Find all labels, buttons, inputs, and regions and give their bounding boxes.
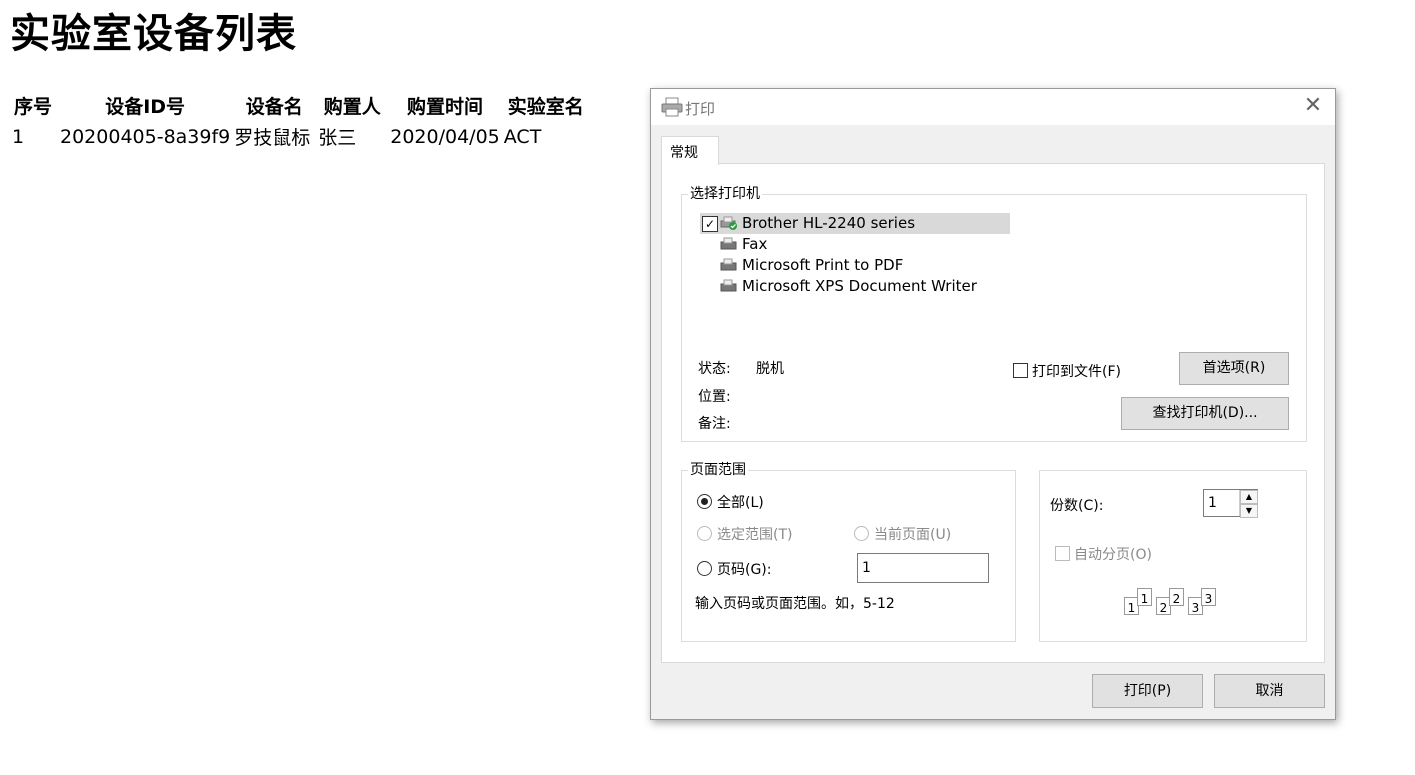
table-row: 1 20200405-8a39f9 罗技鼠标 张三 2020/04/05 ACT bbox=[10, 121, 590, 152]
collate-page: 1 bbox=[1137, 588, 1152, 606]
printer-item-pdf[interactable]: Microsoft Print to PDF bbox=[700, 255, 1010, 276]
dialog-titlebar[interactable]: 打印 ✕ bbox=[651, 89, 1335, 125]
printer-group-label: 选择打印机 bbox=[688, 185, 762, 203]
printer-item-brother[interactable]: ✓ Brother HL-2240 series bbox=[700, 213, 1010, 234]
range-all-label: 全部(L) bbox=[717, 495, 764, 511]
printer-item-label: Fax bbox=[742, 235, 768, 253]
range-selection-label: 选定范围(T) bbox=[717, 527, 793, 543]
find-printer-button[interactable]: 查找打印机(D)... bbox=[1121, 397, 1289, 430]
copies-label: 份数(C): bbox=[1050, 498, 1104, 514]
cell-purchase-date: 2020/04/05 bbox=[390, 125, 500, 148]
range-hint: 输入页码或页面范围。如，5-12 bbox=[695, 596, 895, 612]
printer-list[interactable]: ✓ Brother HL-2240 series Fax Microsoft P… bbox=[700, 213, 1010, 297]
table-header-row: 序号 设备ID号 设备名 购置人 购置时间 实验室名 bbox=[10, 90, 590, 121]
print-to-file-checkbox[interactable]: 打印到文件(F) bbox=[1013, 361, 1121, 381]
checkbox-box[interactable] bbox=[1013, 363, 1028, 378]
radio-button[interactable] bbox=[697, 526, 712, 541]
radio-button[interactable] bbox=[697, 561, 712, 576]
range-current-page-radio[interactable]: 当前页面(U) bbox=[854, 524, 951, 544]
col-header-lab-name: 实验室名 bbox=[507, 96, 584, 118]
printer-group: 选择打印机 ✓ Brother HL-2240 series Fax Micro… bbox=[681, 185, 1307, 442]
print-dialog: 打印 ✕ 常规 选择打印机 ✓ Brother HL-2240 series F… bbox=[650, 88, 1336, 720]
printer-item-label: Microsoft Print to PDF bbox=[742, 256, 904, 274]
page-range-label: 页面范围 bbox=[688, 461, 748, 479]
close-icon[interactable]: ✕ bbox=[1291, 89, 1335, 125]
collate-icon: 1 1 2 2 3 3 bbox=[1122, 587, 1232, 619]
cell-index: 1 bbox=[12, 125, 25, 148]
copies-group: 份数(C): 1 ▲ ▼ 自动分页(O) 1 1 2 2 3 3 bbox=[1039, 470, 1307, 642]
collate-label: 自动分页(O) bbox=[1074, 547, 1152, 563]
page-range-group: 页面范围 全部(L) 选定范围(T) 当前页面(U) 页码(G): 1 输入页码… bbox=[681, 461, 1016, 642]
comment-label: 备注: bbox=[698, 416, 731, 432]
printer-item-label: Brother HL-2240 series bbox=[742, 214, 916, 232]
copies-spinner[interactable]: ▲ ▼ bbox=[1239, 490, 1258, 518]
printer-icon bbox=[720, 279, 737, 292]
col-header-device-name: 设备名 bbox=[245, 96, 303, 118]
range-pages-radio[interactable]: 页码(G): bbox=[697, 559, 772, 579]
page-title: 实验室设备列表 bbox=[10, 11, 297, 57]
preferences-button[interactable]: 首选项(R) bbox=[1179, 352, 1289, 385]
checkbox-box[interactable] bbox=[1055, 546, 1070, 561]
col-header-device-id: 设备ID号 bbox=[105, 96, 186, 118]
collate-checkbox[interactable]: 自动分页(O) bbox=[1055, 544, 1152, 564]
printer-icon bbox=[720, 258, 737, 271]
print-button[interactable]: 打印(P) bbox=[1092, 674, 1203, 708]
col-header-purchaser: 购置人 bbox=[323, 96, 381, 118]
fax-icon bbox=[720, 237, 737, 250]
tab-general-label: 常规 bbox=[670, 145, 698, 161]
cell-device-id: 20200405-8a39f9 bbox=[60, 125, 231, 148]
radio-button[interactable] bbox=[854, 526, 869, 541]
printer-item-label: Microsoft XPS Document Writer bbox=[742, 277, 977, 295]
col-header-index: 序号 bbox=[14, 96, 53, 118]
printer-default-icon bbox=[720, 216, 737, 230]
tab-general[interactable]: 常规 bbox=[661, 136, 719, 165]
radio-button[interactable] bbox=[697, 494, 712, 509]
spin-down-icon[interactable]: ▼ bbox=[1240, 504, 1258, 518]
status-value: 脱机 bbox=[756, 361, 784, 377]
general-panel: 选择打印机 ✓ Brother HL-2240 series Fax Micro… bbox=[661, 163, 1325, 663]
range-current-page-label: 当前页面(U) bbox=[874, 527, 952, 543]
print-to-file-label: 打印到文件(F) bbox=[1032, 364, 1121, 380]
printer-icon bbox=[661, 97, 683, 117]
cell-purchaser: 张三 bbox=[318, 127, 357, 149]
location-label: 位置: bbox=[698, 389, 731, 405]
cell-lab-name: ACT bbox=[503, 125, 542, 148]
range-selection-radio[interactable]: 选定范围(T) bbox=[697, 524, 792, 544]
col-header-purchase-date: 购置时间 bbox=[407, 96, 484, 118]
checkmark-icon: ✓ bbox=[702, 216, 718, 232]
dialog-title: 打印 bbox=[685, 100, 716, 118]
collate-page: 2 bbox=[1169, 588, 1184, 606]
equipment-table: 序号 设备ID号 设备名 购置人 购置时间 实验室名 1 20200405-8a… bbox=[10, 90, 590, 152]
printer-item-xps[interactable]: Microsoft XPS Document Writer bbox=[700, 276, 1010, 297]
cell-device-name: 罗技鼠标 bbox=[234, 127, 311, 149]
range-pages-label: 页码(G): bbox=[717, 562, 772, 578]
spin-up-icon[interactable]: ▲ bbox=[1240, 490, 1258, 504]
status-label: 状态: bbox=[698, 361, 731, 377]
cancel-button[interactable]: 取消 bbox=[1214, 674, 1325, 708]
collate-page: 3 bbox=[1201, 588, 1216, 606]
printer-item-fax[interactable]: Fax bbox=[700, 234, 1010, 255]
range-all-radio[interactable]: 全部(L) bbox=[697, 492, 764, 512]
pages-input[interactable]: 1 bbox=[857, 553, 989, 583]
